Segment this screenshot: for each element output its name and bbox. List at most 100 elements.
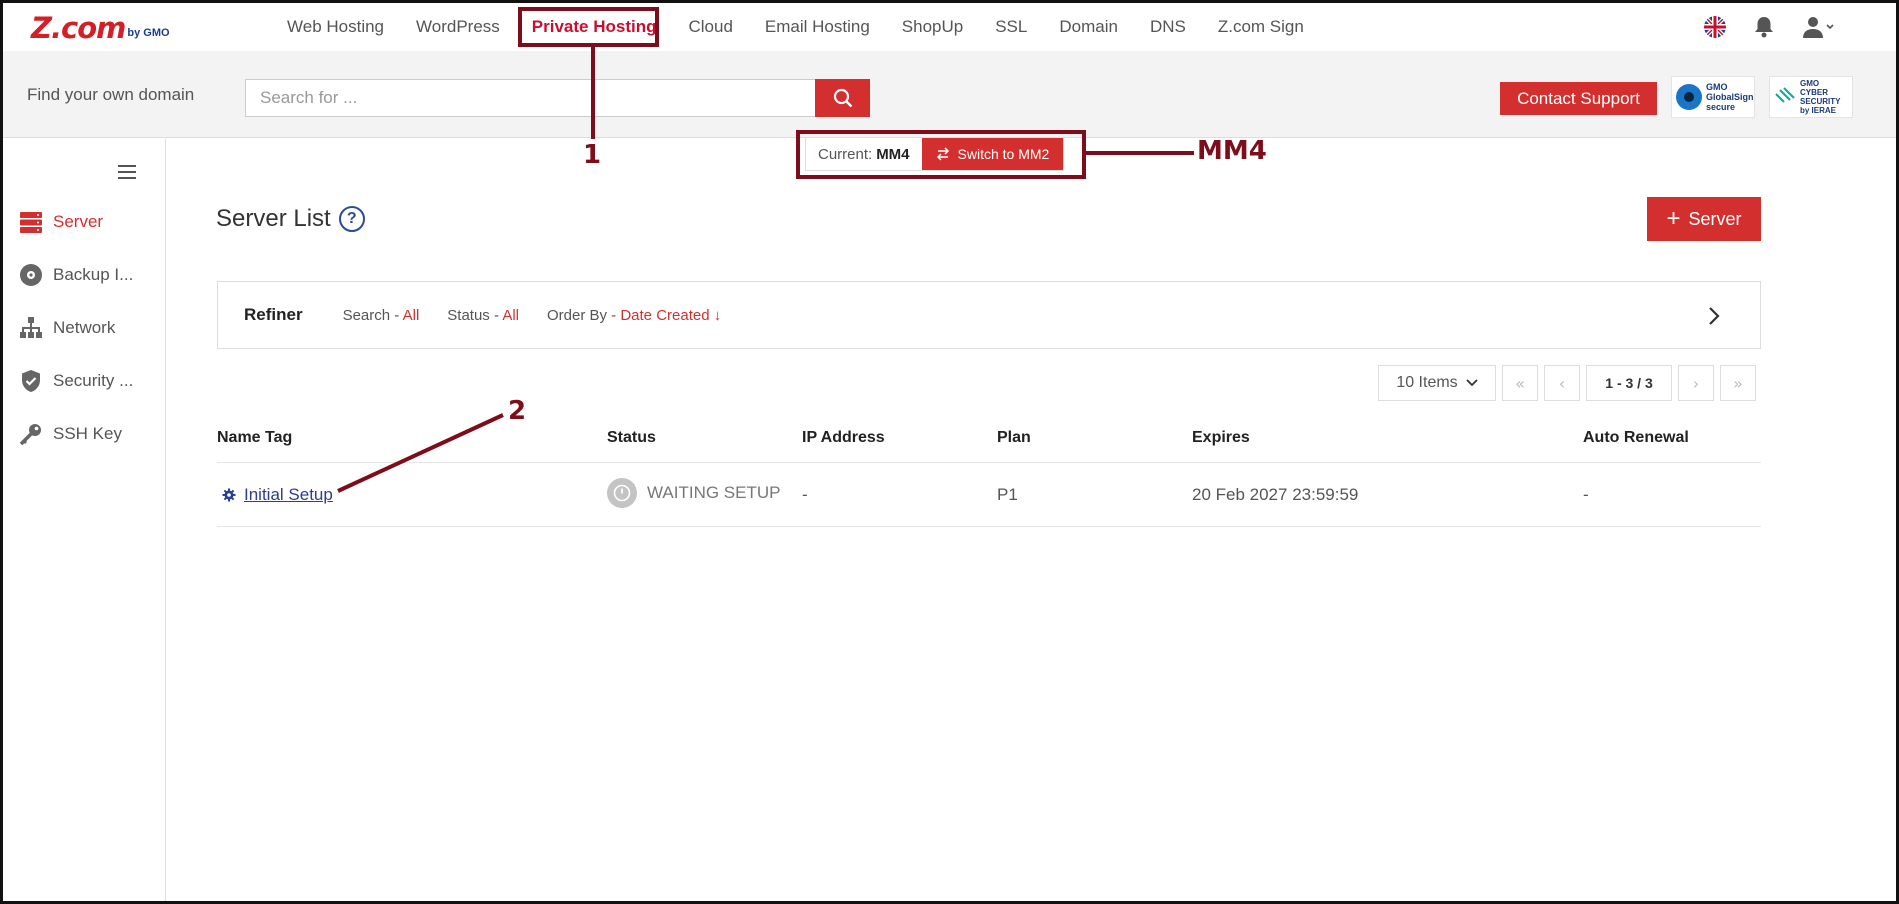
col-plan[interactable]: Plan	[997, 429, 1031, 447]
badge1-line1: GMO	[1706, 82, 1728, 92]
sidebar-item-label: Network	[53, 318, 116, 337]
contact-support-button[interactable]: Contact Support	[1500, 82, 1657, 115]
server-icon	[20, 212, 42, 233]
menu-zcom-sign[interactable]: Z.com Sign	[1202, 17, 1320, 37]
filter-search-label: Search -	[342, 306, 403, 324]
annotation-line-2	[337, 413, 504, 493]
key-icon	[19, 424, 41, 446]
col-status[interactable]: Status	[607, 429, 656, 447]
hamburger-menu-icon[interactable]	[118, 165, 136, 179]
globalsign-badge[interactable]: GMO GlobalSign secure	[1671, 76, 1755, 118]
cybersecurity-badge[interactable]: GMO CYBER SECURITY by IERAE	[1769, 76, 1853, 118]
status-cell: WAITING SETUP	[607, 478, 781, 508]
page-range: 1 - 3 / 3	[1586, 365, 1672, 401]
menu-shopup[interactable]: ShopUp	[886, 17, 979, 37]
badge2-line3: by IERAE	[1800, 106, 1837, 115]
domain-search-bar: Find your own domain Contact Support GMO…	[3, 51, 1896, 138]
add-server-label: Server	[1688, 208, 1742, 229]
sidebar-item-network[interactable]: Network	[19, 313, 115, 343]
menu-cloud[interactable]: Cloud	[672, 17, 748, 37]
badge2-line1: GMO	[1800, 79, 1820, 88]
help-icon[interactable]: ?	[338, 206, 365, 232]
uk-flag-icon[interactable]	[1704, 16, 1726, 38]
clock-icon	[607, 478, 637, 508]
annotation-label-1: 1	[583, 140, 602, 170]
menu-web-hosting[interactable]: Web Hosting	[271, 17, 400, 37]
logo-text: Z.com	[31, 11, 126, 45]
cybersecurity-logo-icon	[1775, 87, 1795, 103]
last-page-button[interactable]: »	[1720, 365, 1756, 401]
sidebar-item-label: Server	[53, 212, 104, 231]
switch-mm-button[interactable]: Switch to MM2	[921, 138, 1064, 170]
status-text: WAITING SETUP	[647, 483, 781, 502]
find-domain-label: Find your own domain	[27, 85, 195, 104]
auto-renewal-cell: -	[1583, 485, 1589, 504]
annotation-line-1	[591, 47, 595, 139]
sidebar-item-server[interactable]: Server	[19, 207, 103, 237]
annotation-line-mm4	[1086, 151, 1194, 155]
sidebar-item-backup[interactable]: Backup I...	[19, 260, 133, 290]
menu-wordpress[interactable]: WordPress	[400, 17, 516, 37]
switch-mm-label: Switch to MM2	[957, 146, 1050, 162]
current-mm-label: Current:	[818, 145, 873, 163]
menu-dns[interactable]: DNS	[1134, 17, 1202, 37]
filter-search[interactable]: Search - All	[343, 307, 420, 324]
chevron-down-icon	[1466, 379, 1478, 387]
menu-email-hosting[interactable]: Email Hosting	[749, 17, 886, 37]
gear-icon[interactable]	[222, 488, 236, 502]
search-button[interactable]	[815, 79, 870, 117]
search-icon	[833, 88, 852, 108]
annotation-label-2: 2	[508, 396, 527, 426]
logo[interactable]: Z.com by GMO	[31, 11, 170, 43]
shield-icon	[22, 370, 40, 392]
filter-order-value: Date Created ↓	[620, 306, 722, 324]
globalsign-eye-icon	[1676, 84, 1702, 110]
chevron-right-icon[interactable]	[1704, 306, 1724, 326]
user-menu-icon[interactable]	[1802, 15, 1836, 39]
badge1-line3: secure	[1706, 102, 1736, 112]
filter-status-label: Status -	[447, 306, 503, 324]
badge2-line2: CYBER SECURITY	[1800, 88, 1841, 106]
swap-icon	[936, 147, 949, 161]
app-frame: Z.com by GMO Web Hosting WordPress Priva…	[0, 0, 1899, 904]
col-auto-renewal[interactable]: Auto Renewal	[1583, 429, 1689, 447]
plus-icon: +	[1666, 205, 1681, 232]
refiner-bar: Refiner Search - All Status - All Order …	[217, 281, 1761, 349]
page-title: Server List ?	[216, 205, 365, 233]
logo-sub: by GMO	[127, 27, 170, 39]
filter-status[interactable]: Status - All	[447, 307, 519, 324]
server-name-link[interactable]: Initial Setup	[244, 485, 333, 505]
first-page-button[interactable]: «	[1502, 365, 1538, 401]
ip-cell: -	[802, 485, 808, 504]
next-page-button[interactable]: ›	[1678, 365, 1714, 401]
network-icon	[20, 317, 42, 338]
menu-private-hosting[interactable]: Private Hosting	[516, 17, 673, 37]
top-nav: Z.com by GMO Web Hosting WordPress Priva…	[3, 3, 1896, 51]
filter-status-value: All	[502, 306, 519, 324]
menu-ssl[interactable]: SSL	[979, 17, 1043, 37]
menu-domain[interactable]: Domain	[1043, 17, 1134, 37]
filter-order-label: Order By -	[546, 306, 621, 324]
main-menu: Web Hosting WordPress Private Hosting Cl…	[271, 3, 1320, 51]
sidebar-item-label: SSH Key	[53, 424, 122, 443]
col-ip-address[interactable]: IP Address	[802, 429, 885, 447]
sidebar-item-label: Backup I...	[53, 265, 134, 284]
add-server-button[interactable]: + Server	[1647, 197, 1761, 241]
bell-icon[interactable]	[1752, 15, 1776, 39]
col-name-tag[interactable]: Name Tag	[217, 429, 292, 447]
sidebar-item-security[interactable]: Security ...	[19, 366, 133, 396]
current-mm: Current: MM4	[806, 138, 922, 170]
sidebar-item-label: Security ...	[53, 371, 134, 390]
domain-search-input[interactable]	[245, 79, 816, 117]
refiner-title: Refiner	[244, 305, 303, 324]
plan-cell: P1	[997, 485, 1018, 504]
sidebar-item-ssh-key[interactable]: SSH Key	[19, 419, 122, 449]
col-expires[interactable]: Expires	[1192, 429, 1250, 447]
filter-order-by[interactable]: Order By - Date Created ↓	[547, 307, 721, 324]
items-per-page-select[interactable]: 10 Items	[1378, 365, 1496, 401]
mm-version-switch: Current: MM4 Switch to MM2	[805, 137, 1065, 171]
annotation-label-mm4: MM4	[1197, 136, 1267, 166]
prev-page-button[interactable]: ‹	[1544, 365, 1580, 401]
filter-search-value: All	[402, 306, 420, 324]
name-tag-cell: Initial Setup	[222, 485, 333, 505]
